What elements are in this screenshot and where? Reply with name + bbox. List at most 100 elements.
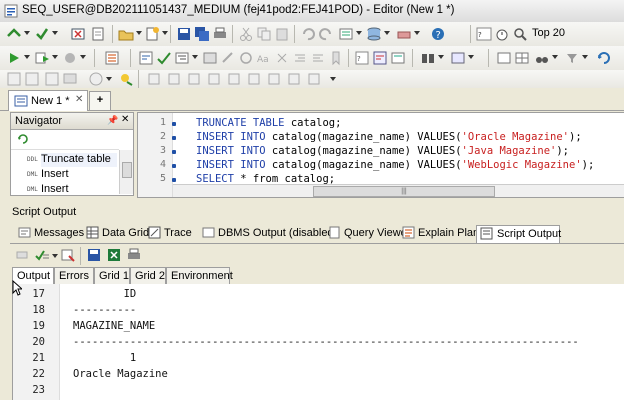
explain-plan-icon[interactable] <box>104 50 120 66</box>
tab-trace[interactable]: Trace <box>148 225 200 242</box>
schedule-dropdown-icon[interactable] <box>106 77 112 81</box>
unshared-sql-icon[interactable] <box>202 50 218 66</box>
tools-icon[interactable] <box>396 26 412 42</box>
run-check-icon[interactable] <box>34 247 50 263</box>
sql-tuning-icon[interactable]: ? <box>354 50 370 66</box>
gray-tool-2-icon[interactable] <box>166 71 182 87</box>
undo-icon[interactable] <box>300 26 316 42</box>
sql-history-icon[interactable]: ? <box>476 26 492 42</box>
gray-tool-9-icon[interactable] <box>306 71 322 87</box>
tools-dropdown-icon[interactable] <box>414 31 420 35</box>
binoculars-icon[interactable] <box>534 50 550 66</box>
commit-sql-dropdown-icon[interactable] <box>80 55 86 59</box>
top-n-icon[interactable] <box>512 26 528 42</box>
indent-icon[interactable] <box>292 50 308 66</box>
copy-icon[interactable] <box>256 26 272 42</box>
gray-tool-8-icon[interactable] <box>286 71 302 87</box>
commit-sql-icon[interactable] <box>62 50 78 66</box>
tab-messages[interactable]: Messages <box>18 225 84 242</box>
pin-icon[interactable]: 📌 <box>107 115 118 126</box>
tab-new-1[interactable]: New 1 * ✕ <box>8 90 88 111</box>
filter-icon[interactable] <box>564 50 580 66</box>
snippet-icon[interactable] <box>496 50 512 66</box>
hscroll-thumb[interactable]: ||| <box>313 186 495 197</box>
editor-hscrollbar[interactable]: ||| <box>173 184 624 197</box>
connection-dropdown-icon[interactable] <box>24 31 30 35</box>
refresh-icon[interactable] <box>596 50 612 66</box>
filter-dropdown-icon[interactable] <box>582 55 588 59</box>
grid-icon[interactable] <box>514 50 530 66</box>
cancel-icon[interactable] <box>6 71 22 87</box>
dbms-output-icon[interactable] <box>390 50 406 66</box>
subtab-environment[interactable]: Environment <box>166 267 233 284</box>
reports-icon[interactable] <box>450 50 466 66</box>
reports-dropdown-icon[interactable] <box>468 55 474 59</box>
gray-tool-7-icon[interactable] <box>266 71 282 87</box>
gray-tool-1-icon[interactable] <box>146 71 162 87</box>
toggle-comment-icon[interactable] <box>274 50 290 66</box>
open-dropdown-icon[interactable] <box>136 31 142 35</box>
autotrace-icon[interactable] <box>138 50 154 66</box>
commit-icon[interactable] <box>34 26 50 42</box>
run-dropdown-icon[interactable] <box>24 55 30 59</box>
db-icon[interactable] <box>366 26 382 42</box>
gray-tool-6-icon[interactable] <box>246 71 262 87</box>
subtab-grid-2[interactable]: Grid 2 <box>130 267 166 284</box>
open-folder-icon[interactable] <box>118 26 134 42</box>
history-icon[interactable] <box>238 50 254 66</box>
rollback-icon[interactable] <box>70 26 86 42</box>
nav-item-truncate[interactable]: DDL Truncate table <box>27 153 117 167</box>
find-dropdown-icon[interactable] <box>438 55 444 59</box>
check-syntax-icon[interactable] <box>156 50 172 66</box>
clear-output-icon[interactable] <box>60 247 76 263</box>
find-icon[interactable] <box>420 50 436 66</box>
run-script-icon[interactable] <box>34 50 50 66</box>
navigator-scrollbar[interactable] <box>119 150 133 194</box>
sql-editor[interactable]: 1 2 3 4 5 TRUNCATE TABLE catalog; INSERT… <box>137 112 624 198</box>
redo-icon[interactable] <box>318 26 334 42</box>
save-output-icon[interactable] <box>86 247 102 263</box>
print-icon[interactable] <box>212 26 228 42</box>
cut-icon[interactable] <box>238 26 254 42</box>
new-icon[interactable] <box>144 26 160 42</box>
clear-worksheet-icon[interactable] <box>220 50 236 66</box>
new-dropdown-icon[interactable] <box>162 31 168 35</box>
db-dropdown-icon[interactable] <box>384 31 390 35</box>
tab-query-viewer[interactable]: Query Viewer <box>328 225 410 242</box>
print-output-icon[interactable] <box>126 247 142 263</box>
close-navigator-icon[interactable]: ✕ <box>121 114 129 125</box>
gray-tool-4-icon[interactable] <box>206 71 222 87</box>
bookmark-icon[interactable] <box>328 50 344 66</box>
gray-tool-5-icon[interactable] <box>226 71 242 87</box>
sql-worksheet-icon[interactable] <box>338 26 354 42</box>
top-n-label[interactable]: Top 20 <box>532 27 565 39</box>
refresh-navigator-icon[interactable] <box>17 133 29 148</box>
debug-icon[interactable] <box>24 71 40 87</box>
subtab-grid-1[interactable]: Grid 1 <box>94 267 130 284</box>
tab-dbms-output[interactable]: DBMS Output (disabled) <box>202 225 337 242</box>
gray-tool-3-icon[interactable] <box>186 71 202 87</box>
monitor-icon[interactable] <box>62 71 78 87</box>
run-statement-icon[interactable] <box>6 50 22 66</box>
run-connection-icon[interactable] <box>6 26 22 42</box>
close-tab-icon[interactable]: ✕ <box>75 94 83 105</box>
clear-icon[interactable] <box>90 26 106 42</box>
outdent-icon[interactable] <box>310 50 326 66</box>
save-icon[interactable] <box>176 26 192 42</box>
paste-icon[interactable] <box>274 26 290 42</box>
worksheet-dropdown-icon[interactable] <box>356 31 362 35</box>
format-dropdown-icon[interactable] <box>192 55 198 59</box>
format-icon[interactable] <box>174 50 190 66</box>
schedule-icon[interactable] <box>88 71 104 87</box>
unit-test-icon[interactable] <box>118 71 134 87</box>
run-check-dropdown-icon[interactable] <box>52 254 58 258</box>
excel-icon[interactable] <box>106 247 122 263</box>
sql-tuning-advisor-icon[interactable] <box>372 50 388 66</box>
save-all-icon[interactable] <box>194 26 210 42</box>
stopwatch-icon[interactable] <box>494 26 510 42</box>
script-output-text[interactable]: 17 18 19 20 21 22 23 ID ---------- MAGAZ… <box>12 284 624 400</box>
help-icon[interactable]: ? <box>430 26 446 42</box>
add-tab-button[interactable]: + <box>89 91 111 111</box>
upper-lower-icon[interactable]: Aa <box>256 50 272 66</box>
subtab-errors[interactable]: Errors <box>54 267 94 284</box>
